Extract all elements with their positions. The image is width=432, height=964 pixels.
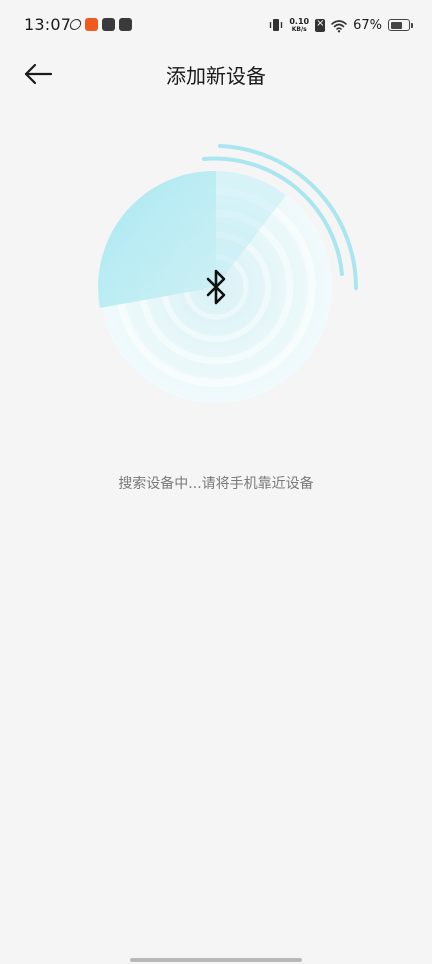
scan-radar xyxy=(96,140,366,410)
page-title: 添加新设备 xyxy=(166,64,266,88)
sync-icon xyxy=(68,18,83,30)
network-speed-unit: KB/s xyxy=(291,25,307,33)
wifi-icon xyxy=(331,18,347,33)
vibrate-icon xyxy=(269,17,283,33)
app-notification-icon xyxy=(102,17,115,31)
sim-off-icon xyxy=(315,18,326,32)
battery-icon xyxy=(388,19,413,31)
battery-percent: 67% xyxy=(353,17,382,33)
battery-fill xyxy=(390,21,402,29)
app-header: 添加新设备 xyxy=(0,52,432,96)
radar-sweep xyxy=(98,170,216,308)
status-time: 13:07 xyxy=(24,15,72,34)
status-bar: 13:07 0.10 KB/s 67% xyxy=(0,0,432,50)
scan-status-message: 搜索设备中...请将手机靠近设备 xyxy=(118,476,314,492)
mail-icon xyxy=(119,17,132,31)
status-indicators: 0.10 KB/s 67% xyxy=(269,15,413,35)
network-speed-value: 0.10 xyxy=(289,16,310,26)
network-speed: 0.10 KB/s xyxy=(289,16,310,33)
notification-icons xyxy=(68,17,132,31)
app-notification-icon xyxy=(85,17,98,31)
home-indicator[interactable] xyxy=(130,958,302,962)
